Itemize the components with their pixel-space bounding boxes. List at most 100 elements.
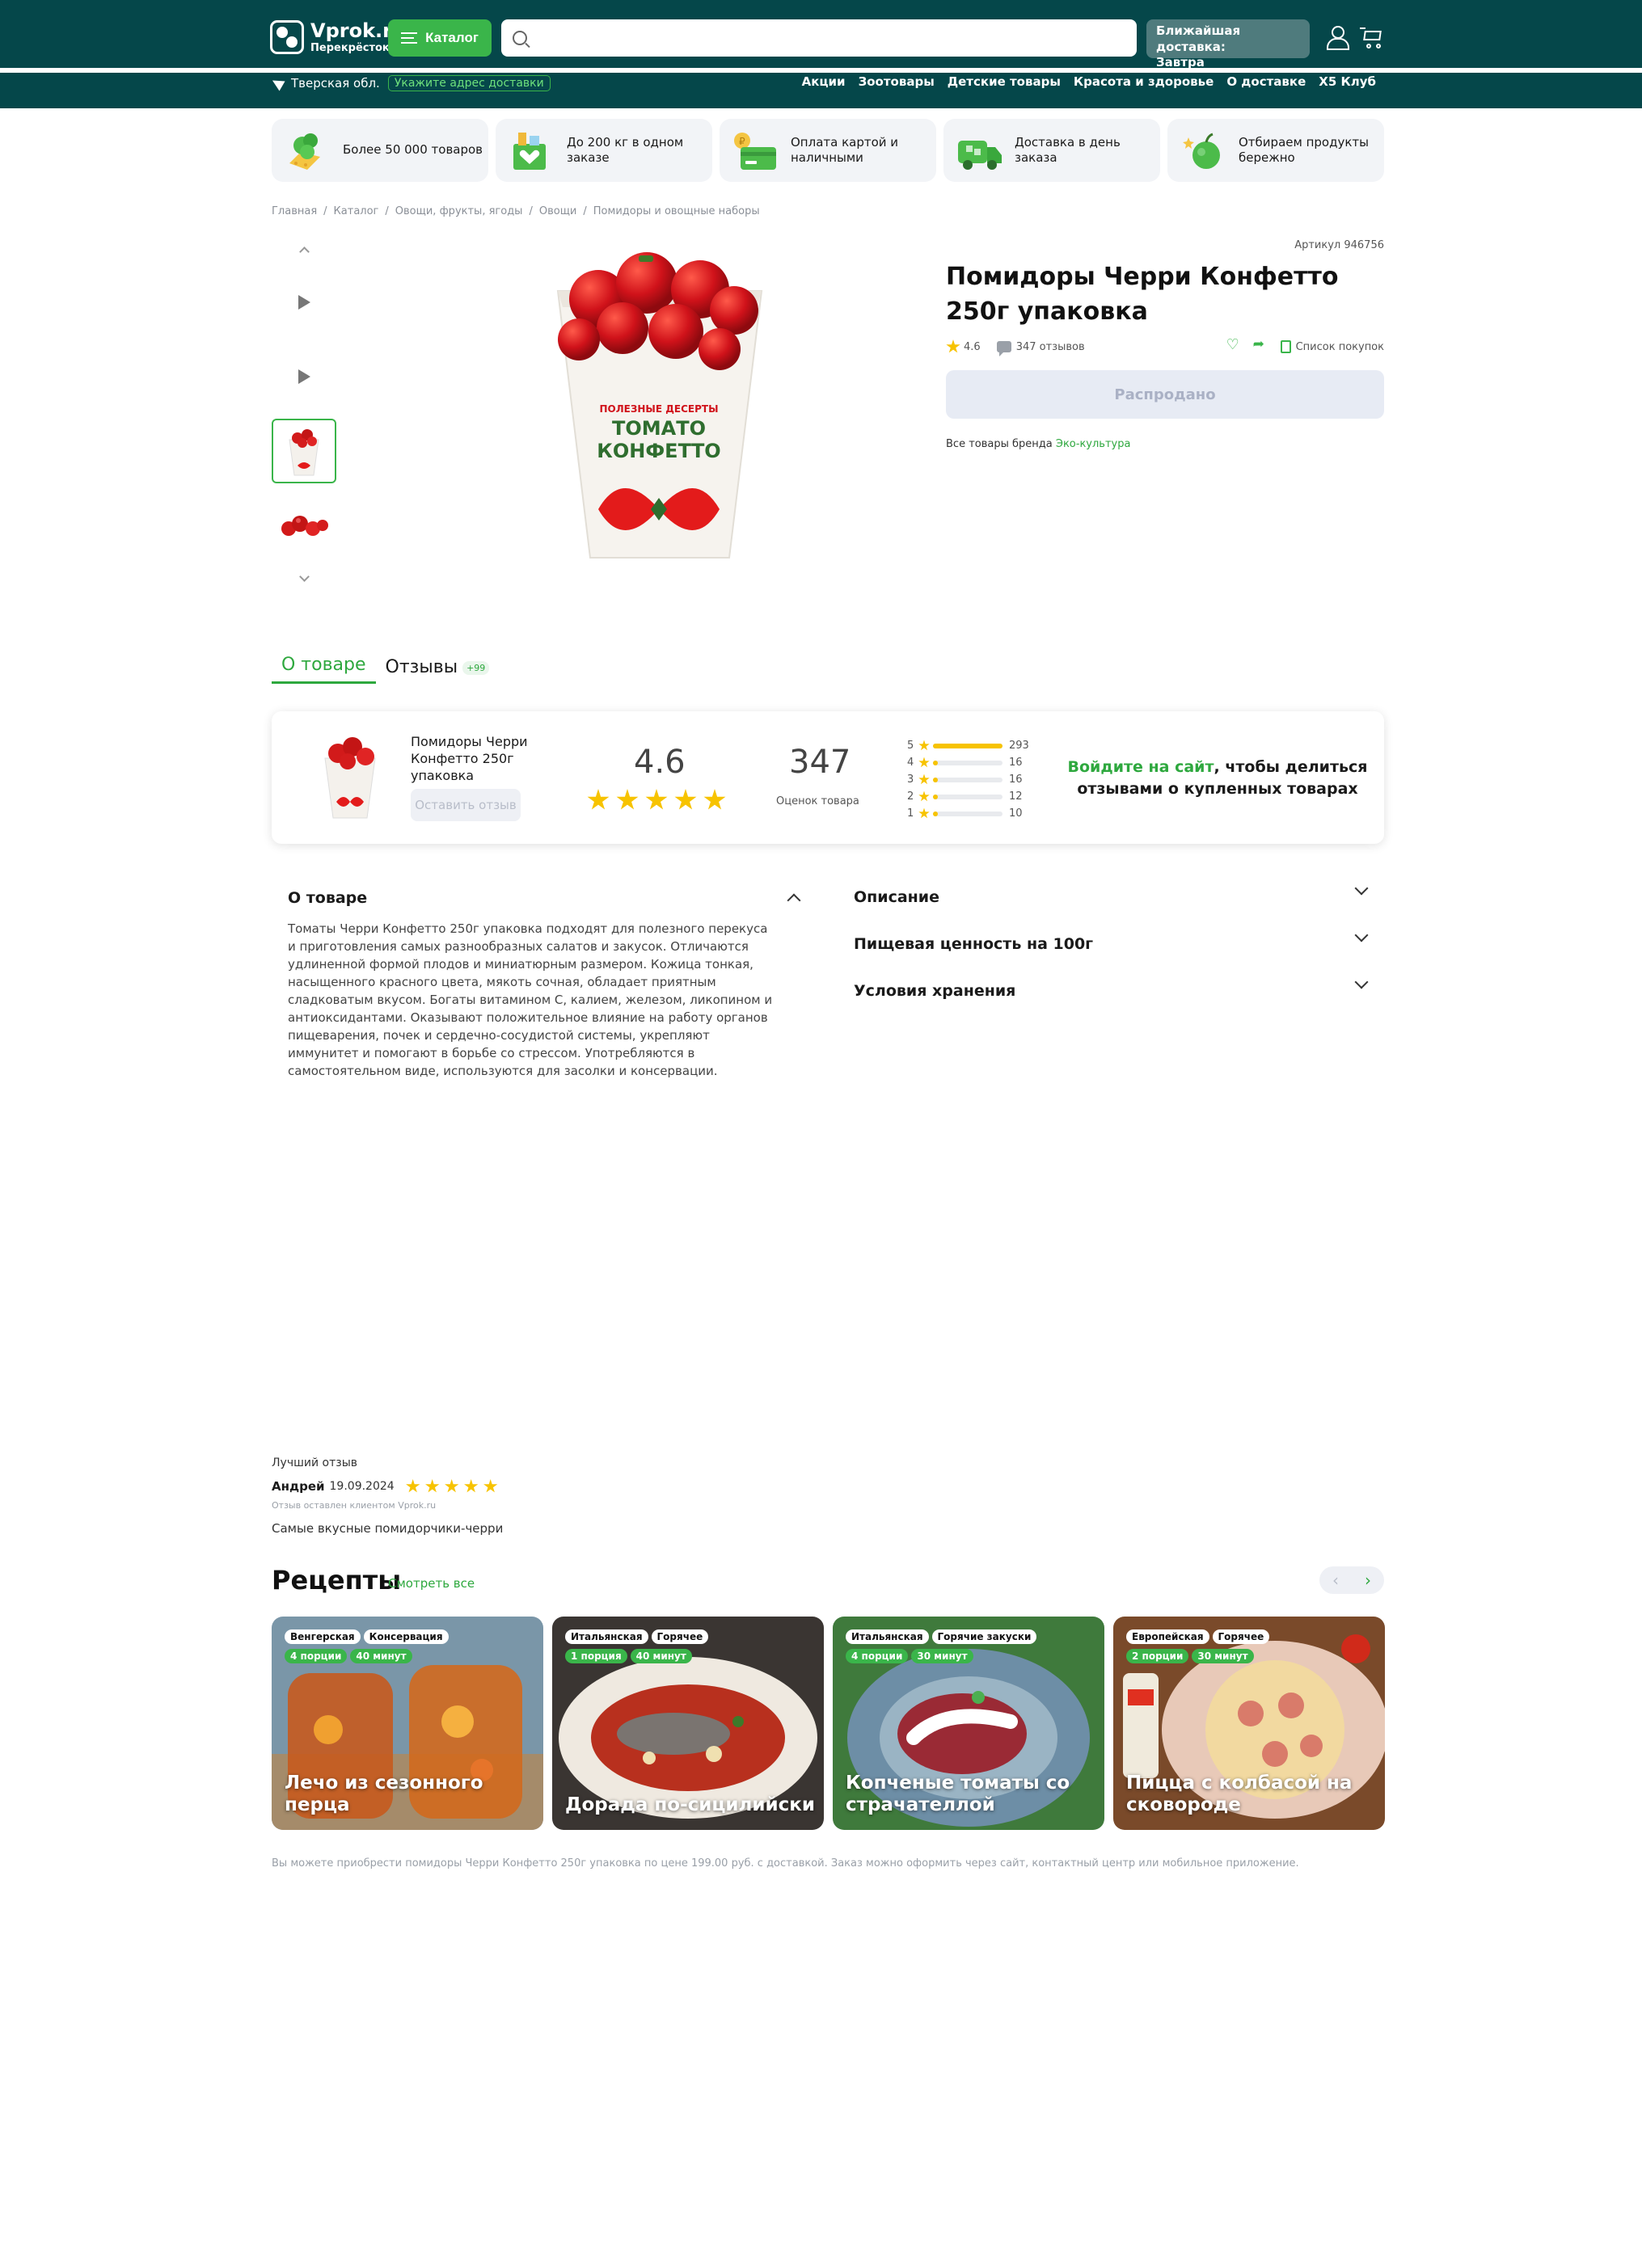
thumbnail-strip <box>272 238 336 590</box>
logo-icon <box>270 20 304 54</box>
recipe-card[interactable]: Итальянская Горячие закуски 4 порции 30 … <box>833 1617 1104 1830</box>
review-author: Андрей <box>272 1479 325 1494</box>
pack-title-line2: КОНФЕТТО <box>597 440 720 462</box>
address-link[interactable]: Укажите адрес доставки <box>387 75 551 91</box>
breadcrumb: Главная / Каталог / Овощи, фрукты, ягоды / … <box>272 205 760 217</box>
shopping-list-link[interactable]: Список покупок <box>1296 341 1384 353</box>
share-icon[interactable] <box>1253 336 1268 353</box>
shopping-list-icon <box>1280 340 1291 353</box>
distribution-count: 293 <box>1009 740 1029 752</box>
star-icon <box>464 1479 479 1493</box>
recipe-title: Пицца с колбасой на сковороде <box>1126 1772 1353 1816</box>
recipe-card[interactable]: Европейская Горячее 2 порции 30 минут Пи… <box>1113 1617 1385 1830</box>
thumbs-down-button[interactable] <box>272 567 336 590</box>
box-icon <box>513 133 546 170</box>
distribution-bar <box>933 811 1003 816</box>
comment-icon <box>996 341 1011 356</box>
article-number: Артикул 946756 <box>1294 239 1384 251</box>
distribution-count: 10 <box>1009 807 1023 820</box>
recipe-portions: 2 порции <box>1126 1649 1189 1663</box>
cart-icon[interactable] <box>1360 27 1382 48</box>
product-tabs: О товаре Отзывы +99 <box>272 655 499 684</box>
recipe-portions: 1 порция <box>565 1649 627 1663</box>
accordion-label: Описание <box>854 888 940 906</box>
distribution-bar-fill <box>933 760 938 765</box>
accordion-nutrition[interactable]: Пищевая ценность на 100г <box>854 928 1369 980</box>
distribution-count: 12 <box>1009 790 1023 803</box>
search-box[interactable] <box>501 19 1137 57</box>
recipes-see-all-link[interactable]: Смотреть все <box>388 1576 475 1591</box>
leave-review-button[interactable]: Оставить отзыв <box>411 789 521 821</box>
user-icon[interactable] <box>1326 26 1349 50</box>
thumbs-up-button[interactable] <box>272 238 336 260</box>
chevron-down-icon <box>298 571 310 582</box>
accordion-storage[interactable]: Условия хранения <box>854 975 1369 1027</box>
recipe-card[interactable]: Итальянская Горячее 1 порция 40 минут До… <box>552 1617 824 1830</box>
region-selector[interactable]: Тверская обл. Укажите адрес доставки <box>269 74 551 92</box>
star-icon <box>483 1479 498 1493</box>
sold-out-button[interactable]: Распродано <box>946 370 1384 419</box>
play-icon <box>298 369 310 384</box>
breadcrumb-item[interactable]: Овощи, фрукты, ягоды <box>395 205 523 217</box>
breadcrumb-item[interactable]: Помидоры и овощные наборы <box>593 205 760 217</box>
recipe-tag: Консервация <box>363 1629 449 1644</box>
reviews-link[interactable]: 347 отзывов <box>1016 341 1085 353</box>
chevron-up-icon <box>298 246 310 257</box>
recipe-time: 30 минут <box>911 1649 973 1663</box>
advantage-text: До 200 кг в одном заказе <box>567 134 684 166</box>
product-main-image[interactable]: ПОЛЕЗНЫЕ ДЕСЕРТЫ ТОМАТО КОНФЕТТО <box>526 251 792 574</box>
nav-pet-products[interactable]: Зоотовары <box>859 74 935 89</box>
nav-x5-club[interactable]: X5 Клуб <box>1319 74 1376 89</box>
advantage-card[interactable]: ₽ Оплата картой и наличными <box>720 119 936 182</box>
chevron-left-icon[interactable]: ‹ <box>1332 1570 1339 1590</box>
rating-distribution-row: 5 293 <box>907 737 1036 754</box>
distribution-bar-fill <box>933 777 938 782</box>
seo-footer-note: Вы можете приобрести помидоры Черри Конф… <box>272 1857 1299 1870</box>
tab-reviews[interactable]: Отзывы +99 <box>386 657 500 684</box>
image-thumbnail[interactable] <box>272 493 336 558</box>
search-input[interactable] <box>535 22 1137 54</box>
star-icon <box>918 790 930 802</box>
advantage-card[interactable]: Доставка в день заказа <box>943 119 1160 182</box>
image-thumbnail-selected[interactable] <box>272 419 336 483</box>
star-icon <box>587 789 610 810</box>
recipe-title: Копченые томаты со страчателлой <box>846 1772 1070 1816</box>
heart-icon[interactable] <box>1226 336 1240 353</box>
recipe-card[interactable]: Венгерская Консервация 4 порции 40 минут… <box>272 1617 543 1830</box>
nav-delivery-info[interactable]: О доставке <box>1226 74 1306 89</box>
accordion-description[interactable]: Описание <box>854 881 1369 933</box>
truck-icon <box>958 141 1002 170</box>
reviews-badge: +99 <box>462 660 490 675</box>
advantage-card[interactable]: Отбираем продукты бережно <box>1167 119 1384 182</box>
delivery-info-button[interactable]: Ближайшая доставка: Завтра <box>1146 19 1310 70</box>
nav-kids-products[interactable]: Детские товары <box>948 74 1061 89</box>
advantage-card[interactable]: До 200 кг в одном заказе <box>496 119 712 182</box>
rating-distribution: 5 293 4 16 3 16 2 12 1 10 <box>907 737 1036 822</box>
brand-link[interactable]: Эко-культура <box>1056 438 1131 450</box>
about-toggle[interactable]: О товаре <box>288 886 801 910</box>
chevron-right-icon[interactable]: › <box>1365 1570 1371 1590</box>
logo[interactable]: Vprok.ru Перекрёсток <box>270 19 406 55</box>
top-navigation: Акции Зоотовары Детские товары Красота и… <box>802 74 1376 89</box>
groceries-icon <box>289 133 320 170</box>
recipe-time: 30 минут <box>1192 1649 1254 1663</box>
login-link[interactable]: Войдите на сайт <box>1068 758 1214 776</box>
breadcrumb-item[interactable]: Главная <box>272 205 317 217</box>
pack-thumbnail-image <box>289 429 319 476</box>
catalog-button[interactable]: Каталог <box>388 19 492 57</box>
nav-beauty-health[interactable]: Красота и здоровье <box>1074 74 1214 89</box>
best-review-header: Андрей 19.09.2024 <box>272 1479 498 1494</box>
accordion-label: Условия хранения <box>854 982 1016 1000</box>
video-thumbnail[interactable] <box>272 344 336 409</box>
breadcrumb-item[interactable]: Каталог <box>334 205 379 217</box>
review-summary-card: Помидоры Черри Конфетто 250г упаковка Ос… <box>272 711 1384 844</box>
star-icon <box>918 740 930 751</box>
nav-promotions[interactable]: Акции <box>802 74 846 89</box>
video-thumbnail[interactable] <box>272 270 336 335</box>
svg-text:₽: ₽ <box>739 136 745 147</box>
breadcrumb-item[interactable]: Овощи <box>539 205 577 217</box>
advantage-card[interactable]: Более 50 000 товаров <box>272 119 488 182</box>
star-icon <box>406 1479 420 1493</box>
tab-reviews-label: Отзывы <box>385 657 458 677</box>
tab-about[interactable]: О товаре <box>272 655 376 684</box>
